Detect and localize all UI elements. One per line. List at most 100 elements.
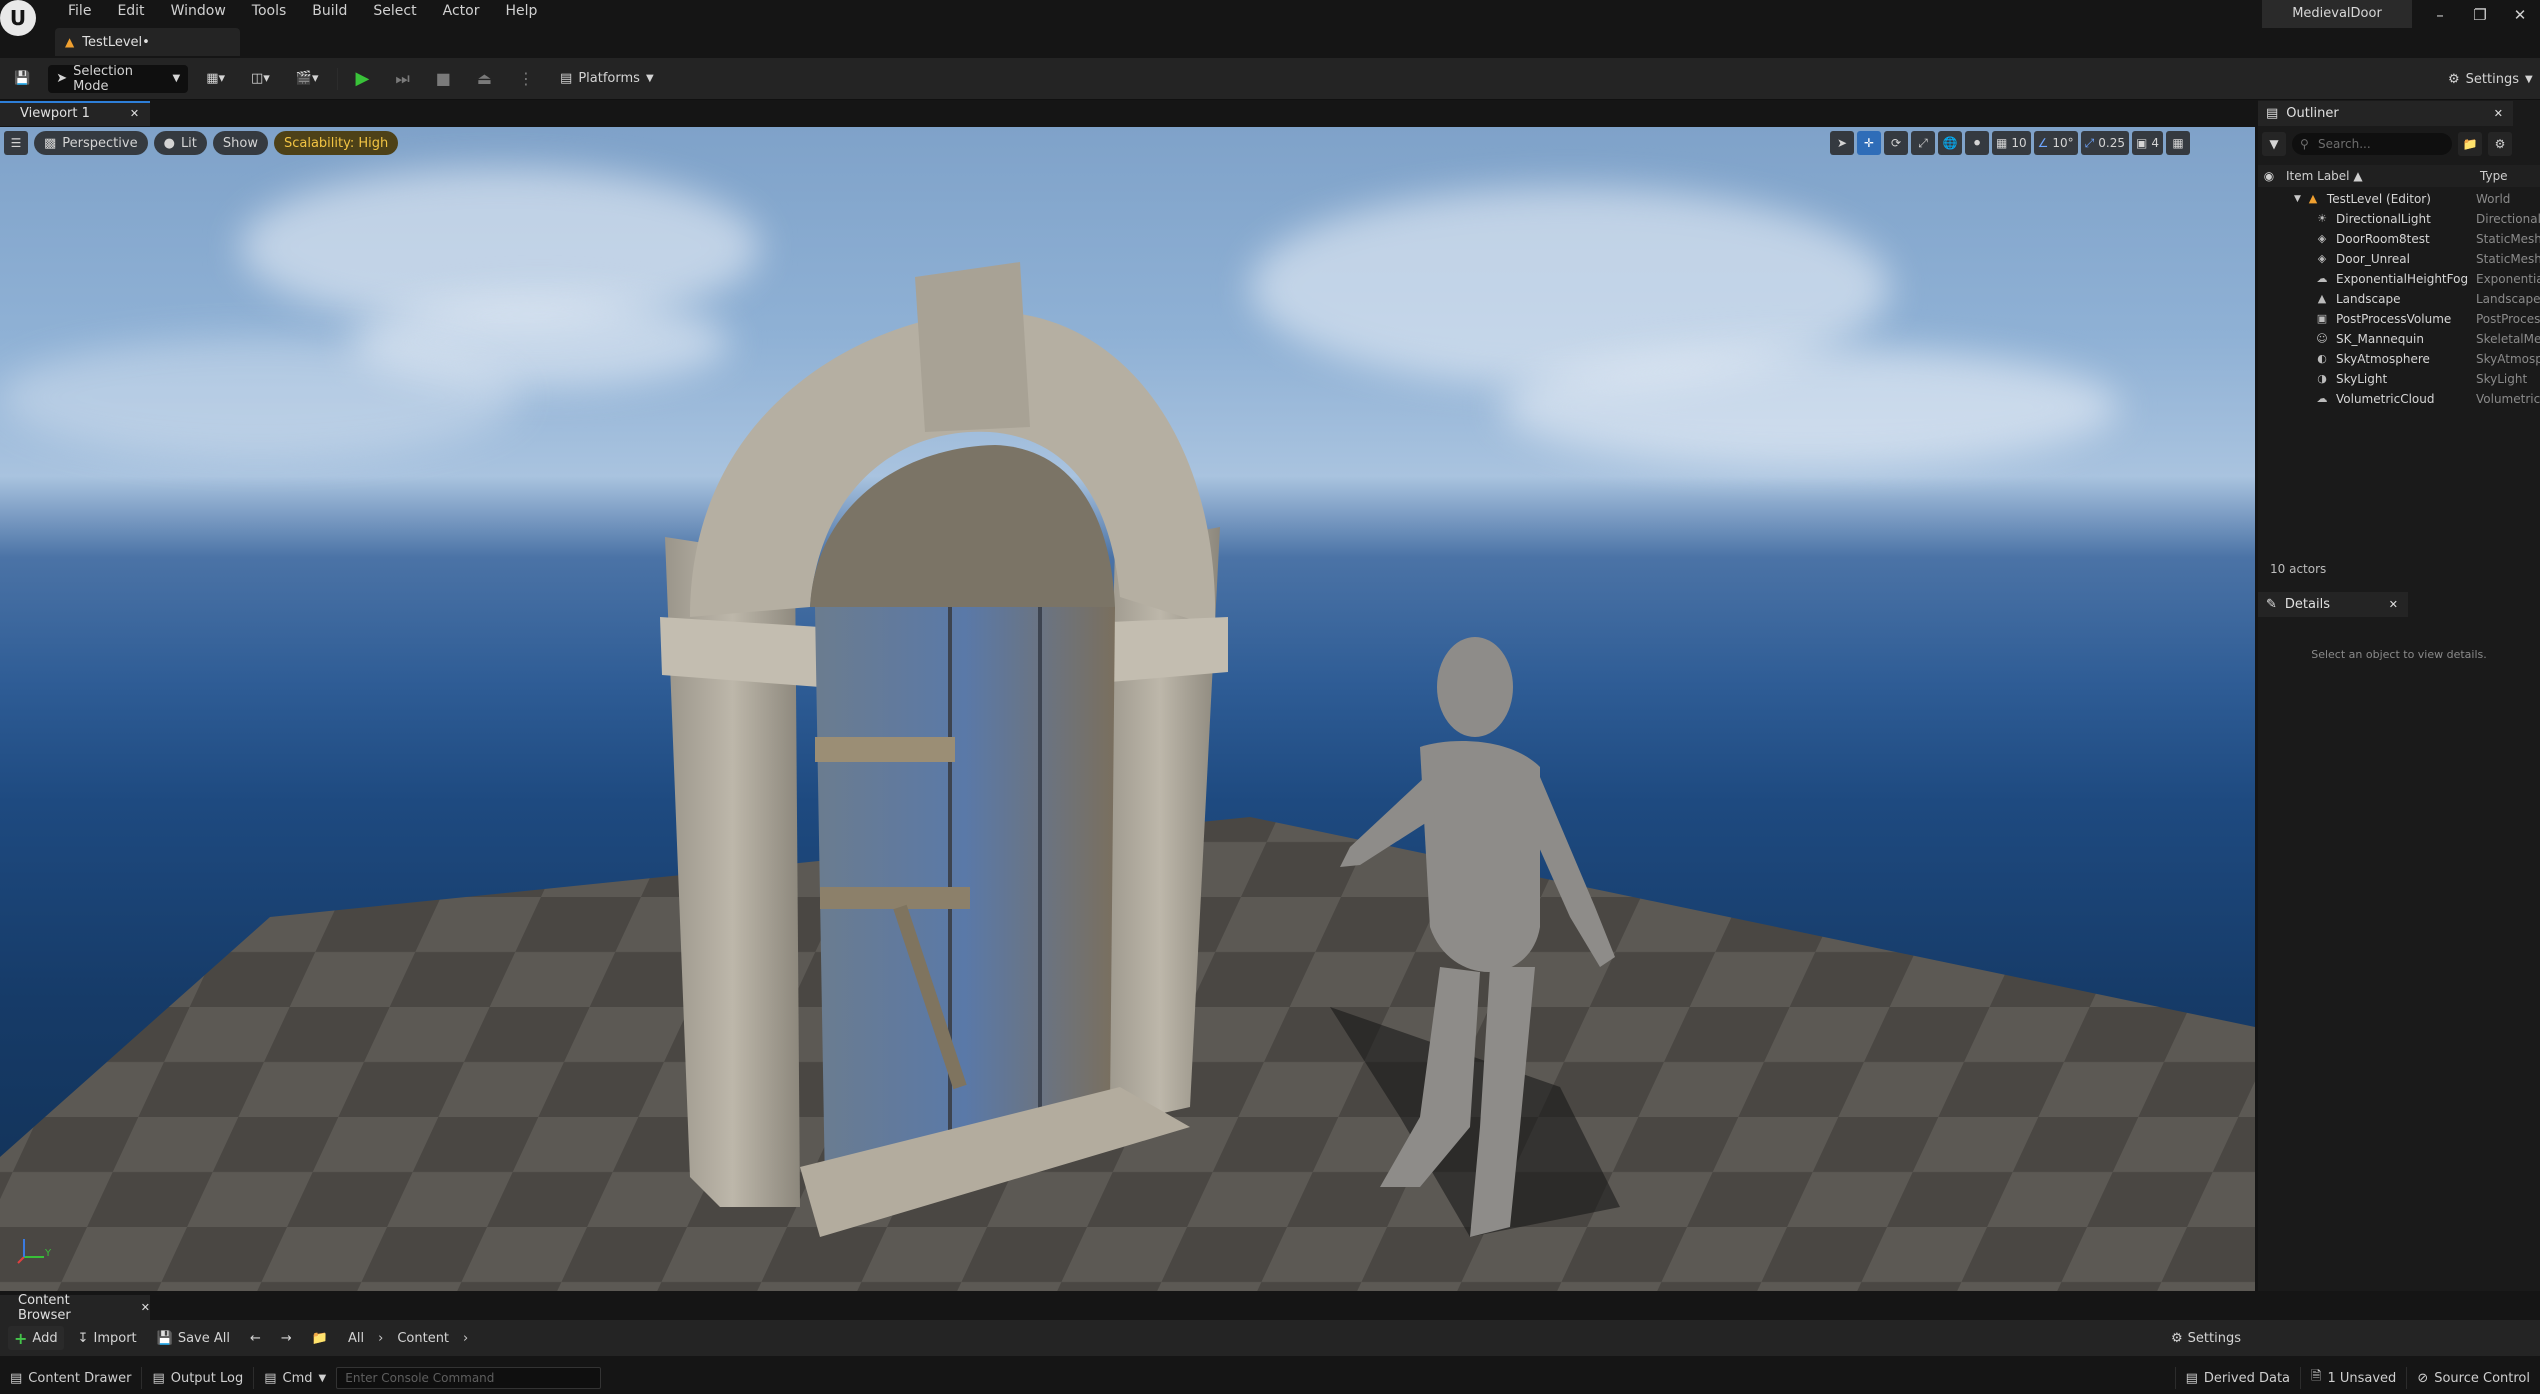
add-button[interactable]: + Add: [8, 1326, 64, 1350]
outliner-row[interactable]: ☀ DirectionalLight DirectionalLight: [2258, 209, 2540, 229]
content-browser-toolbar: + Add ↧ Import 💾 Save All ← → 📁 All › Co…: [0, 1320, 2540, 1356]
grid-snap-button[interactable]: ▦ 10: [1992, 131, 2031, 155]
menu-select[interactable]: Select: [360, 0, 429, 22]
content-browser-tab-row: [0, 1294, 2540, 1320]
content-settings-label: Settings: [2187, 1330, 2241, 1346]
visibility-eye-icon[interactable]: ◉: [2258, 169, 2280, 183]
content-settings-button[interactable]: ⚙ Settings: [2165, 1326, 2247, 1350]
outliner-settings-icon[interactable]: ⚙: [2488, 132, 2512, 156]
close-icon[interactable]: ✕: [2494, 107, 2503, 120]
breadcrumb-content[interactable]: Content: [391, 1326, 455, 1350]
content-drawer-button[interactable]: ▤ Content Drawer: [0, 1364, 141, 1392]
stop-icon[interactable]: ■: [428, 65, 459, 93]
add-actor-icon[interactable]: ▦▾: [198, 65, 233, 93]
more-options-icon[interactable]: ⋮: [510, 65, 542, 93]
tab-details[interactable]: ✎ Details ✕: [2258, 592, 2408, 617]
outliner-row[interactable]: ▣ PostProcessVolume PostProcessVolume: [2258, 309, 2540, 329]
outliner-row[interactable]: ▲ Landscape Landscape: [2258, 289, 2540, 309]
eject-icon[interactable]: ⏏: [469, 65, 500, 93]
translate-icon[interactable]: ✛: [1857, 131, 1881, 155]
unsaved-button[interactable]: 🗎 1 Unsaved: [2301, 1364, 2406, 1392]
menu-build[interactable]: Build: [299, 0, 360, 22]
step-icon[interactable]: ⏭: [387, 65, 417, 93]
door-board: [820, 887, 970, 909]
level-tab[interactable]: ▲ TestLevel•: [55, 28, 240, 56]
world-space-icon[interactable]: 🌐: [1938, 131, 1962, 155]
menu-help[interactable]: Help: [492, 0, 550, 22]
import-button[interactable]: ↧ Import: [72, 1326, 143, 1350]
minimize-icon[interactable]: –: [2420, 0, 2460, 30]
lit-button[interactable]: ● Lit: [153, 131, 207, 155]
back-icon[interactable]: ←: [244, 1326, 267, 1350]
filter-icon[interactable]: ▼: [2262, 132, 2286, 156]
output-log-button[interactable]: ▤ Output Log: [142, 1364, 253, 1392]
menu-actor[interactable]: Actor: [430, 0, 493, 22]
close-icon[interactable]: ✕: [130, 107, 139, 120]
breadcrumb-separator-icon: ›: [378, 1330, 384, 1346]
outliner-row[interactable]: ◈ DoorRoom8test StaticMeshActor: [2258, 229, 2540, 249]
settings-button[interactable]: ⚙ Settings ▼: [2440, 65, 2540, 93]
menu-window[interactable]: Window: [158, 0, 239, 22]
derived-data-button[interactable]: ▤ Derived Data: [2176, 1364, 2300, 1392]
content-browser-tab-label: Content Browser: [18, 1292, 71, 1323]
cmd-dropdown[interactable]: ▤ Cmd ▼: [254, 1364, 336, 1392]
layout-icon[interactable]: ▦: [2165, 131, 2190, 155]
blueprint-icon[interactable]: ◫▾: [243, 65, 278, 93]
project-name: MedievalDoor: [2262, 0, 2412, 28]
database-icon: ▤: [2185, 1370, 2198, 1386]
selection-mode-dropdown[interactable]: ➤ Selection Mode ▼: [48, 64, 189, 94]
column-item-label[interactable]: Item Label ▲: [2286, 169, 2363, 183]
search-input[interactable]: ⚲ Search...: [2292, 133, 2452, 155]
breadcrumb-all[interactable]: All: [342, 1326, 370, 1350]
close-icon[interactable]: ✕: [141, 1301, 150, 1314]
add-folder-icon[interactable]: 📁: [2458, 132, 2482, 156]
level-viewport[interactable]: [0, 127, 2255, 1291]
close-window-icon[interactable]: ✕: [2500, 0, 2540, 30]
folder-icon[interactable]: 📁: [306, 1326, 334, 1350]
outliner-root-row[interactable]: ▼ ▲ TestLevel (Editor) World: [2258, 189, 2540, 209]
rotate-icon[interactable]: ⟳: [1884, 131, 1908, 155]
hamburger-icon[interactable]: ☰: [4, 131, 28, 155]
scalability-badge[interactable]: Scalability: High: [273, 131, 399, 155]
outliner-column-header: ◉ Item Label ▲ Type: [2258, 165, 2540, 187]
source-control-button[interactable]: ⊘ Source Control: [2407, 1364, 2540, 1392]
scale-icon[interactable]: ⤢: [1911, 131, 1935, 155]
outliner-row[interactable]: ☁ VolumetricCloud VolumetricCloud: [2258, 389, 2540, 409]
platforms-dropdown[interactable]: ▤ Platforms ▼: [552, 65, 662, 93]
grid-snap-value: 10: [2011, 136, 2027, 150]
perspective-button[interactable]: ▩ Perspective: [34, 131, 148, 155]
scale-snap-button[interactable]: ⤢ 0.25: [2080, 131, 2129, 155]
menu-file[interactable]: File: [55, 0, 104, 22]
restore-icon[interactable]: ❐: [2460, 0, 2500, 30]
close-icon[interactable]: ✕: [2389, 598, 2398, 611]
menu-edit[interactable]: Edit: [104, 0, 157, 22]
menu-tools[interactable]: Tools: [239, 0, 300, 22]
cinematics-icon[interactable]: 🎬▾: [288, 65, 327, 93]
select-icon[interactable]: ➤: [1830, 131, 1854, 155]
unreal-logo-icon[interactable]: U: [0, 0, 36, 36]
save-icon: 💾: [156, 1330, 173, 1346]
expand-chevron-icon[interactable]: ▼: [2294, 194, 2301, 204]
rotation-snap-button[interactable]: ∠ 10°: [2033, 131, 2078, 155]
tab-content-browser[interactable]: Content Browser ✕: [0, 1292, 150, 1323]
actor-name: SK_Mannequin: [2336, 332, 2424, 346]
show-button[interactable]: Show: [212, 131, 268, 155]
play-icon[interactable]: ▶: [348, 65, 378, 93]
console-input[interactable]: Enter Console Command: [336, 1367, 602, 1389]
surface-snap-icon[interactable]: ⚫: [1965, 131, 1989, 155]
angle-icon: ∠: [2037, 136, 2049, 150]
outliner-row[interactable]: ◈ Door_Unreal StaticMeshActor: [2258, 249, 2540, 269]
tab-outliner[interactable]: ▤ Outliner ✕: [2258, 101, 2513, 126]
grid-icon: ▦: [1996, 136, 2008, 150]
tab-viewport-1[interactable]: Viewport 1 ✕: [0, 101, 150, 126]
camera-speed-button[interactable]: ▣ 4: [2132, 131, 2163, 155]
save-icon[interactable]: 💾: [6, 65, 38, 93]
outliner-row[interactable]: ◑ SkyLight SkyLight: [2258, 369, 2540, 389]
column-type[interactable]: Type: [2480, 169, 2508, 183]
outliner-row[interactable]: ☺ SK_Mannequin SkeletalMeshActor: [2258, 329, 2540, 349]
gear-icon: ⚙: [2171, 1330, 2183, 1346]
outliner-row[interactable]: ◐ SkyAtmosphere SkyAtmosphere: [2258, 349, 2540, 369]
save-all-button[interactable]: 💾 Save All: [151, 1326, 236, 1350]
outliner-row[interactable]: ☁ ExponentialHeightFog ExponentialHeightFo…: [2258, 269, 2540, 289]
forward-icon[interactable]: →: [275, 1326, 298, 1350]
